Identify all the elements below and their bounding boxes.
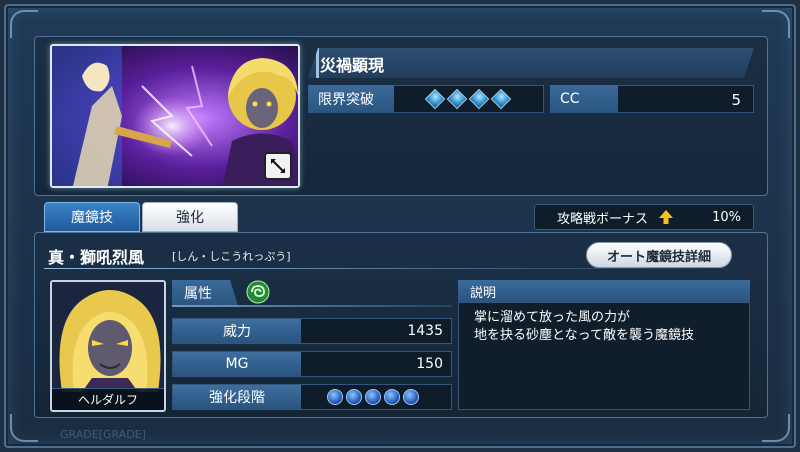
cc-value: 5 [731, 91, 741, 109]
power-row: 威力 1435 [172, 318, 452, 344]
tab-skill[interactable]: 魔鏡技 [44, 202, 140, 232]
auto-skill-detail-button[interactable]: オート魔鏡技詳細 [586, 242, 732, 268]
wind-icon [246, 280, 270, 304]
enhance-level-label: 強化段階 [173, 385, 301, 409]
power-value: 1435 [407, 323, 443, 339]
raid-bonus: 攻略戦ボーナス 10% [534, 204, 754, 230]
limit-break-gem-icon [446, 88, 468, 110]
limit-break-gem-icon [468, 88, 490, 110]
mg-value: 150 [416, 356, 443, 372]
frame-ornament [762, 10, 790, 38]
raid-bonus-value: 10% [712, 209, 741, 225]
enhance-orb-icon [346, 389, 362, 405]
description-header: 説明 [458, 280, 750, 302]
character-portrait: ヘルダルフ [50, 280, 166, 412]
power-label: 威力 [173, 319, 301, 343]
enhance-orb-icon [365, 389, 381, 405]
raid-bonus-label: 攻略戦ボーナス [557, 211, 649, 227]
character-name: ヘルダルフ [52, 388, 164, 410]
limit-break-gem-icon [490, 88, 512, 110]
frame-ornament [10, 10, 38, 38]
card-artwork[interactable] [50, 44, 300, 188]
up-arrow-icon [659, 210, 674, 224]
enhance-orb-icon [327, 389, 343, 405]
footer-note: GRADE[GRADE] [60, 428, 146, 441]
skill-reading: [しん・しこうれっぷう] [172, 250, 291, 263]
description-line: 掌に溜めて放った風の力が [474, 310, 631, 325]
description-line: 地を抉る砂塵となって敵を襲う魔鏡技 [474, 328, 694, 343]
frame-ornament [762, 414, 790, 442]
attribute-label: 属性 [172, 280, 238, 306]
limit-break-gems [424, 88, 514, 110]
enhance-orb-icon [403, 389, 419, 405]
cc-label: CC [550, 85, 618, 113]
frame-ornament [10, 414, 38, 442]
enhance-level-orbs [327, 389, 422, 405]
mg-row: MG 150 [172, 351, 452, 377]
skill-name: 真・獅吼烈風 [48, 248, 145, 267]
limit-break-label: 限界突破 [308, 85, 394, 113]
expand-icon [271, 159, 285, 173]
card-art-illustration [52, 46, 298, 186]
enhance-orb-icon [384, 389, 400, 405]
divider [44, 268, 744, 269]
card-title: 災禍顕現 [320, 56, 385, 75]
limit-break-gem-icon [424, 88, 446, 110]
enhance-level-row: 強化段階 [172, 384, 452, 410]
tab-enhance[interactable]: 強化 [142, 202, 238, 232]
mg-label: MG [173, 352, 301, 376]
character-portrait-image [52, 282, 164, 392]
attribute-divider [172, 305, 452, 307]
expand-button[interactable] [264, 152, 292, 180]
